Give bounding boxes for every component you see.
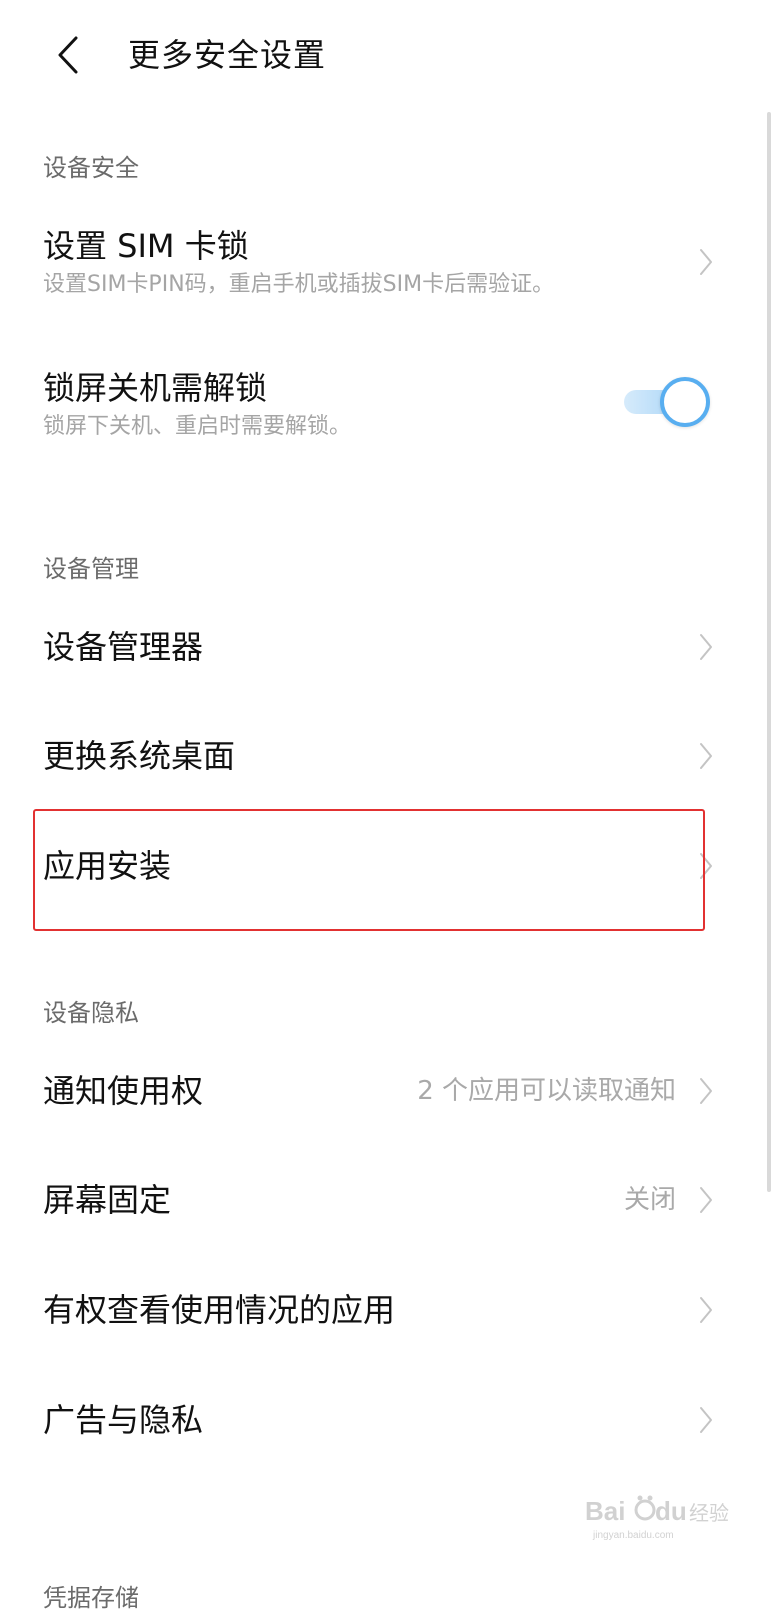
chevron-right-icon — [699, 1296, 713, 1324]
chevron-left-icon — [58, 36, 78, 74]
notification-access-title: 通知使用权 — [43, 1072, 204, 1110]
ads-privacy-row[interactable]: 广告与隐私 — [0, 1372, 760, 1468]
device-admin-title: 设备管理器 — [43, 628, 204, 666]
usage-access-row[interactable]: 有权查看使用情况的应用 — [0, 1262, 760, 1358]
lock-shutdown-row[interactable]: 锁屏关机需解锁 锁屏下关机、重启时需要解锁。 — [0, 356, 760, 466]
chevron-right-icon — [699, 852, 713, 880]
chevron-right-icon — [699, 1186, 713, 1214]
lock-shutdown-subtitle: 锁屏下关机、重启时需要解锁。 — [43, 414, 352, 439]
ads-privacy-title: 广告与隐私 — [43, 1401, 204, 1439]
app-install-title: 应用安装 — [43, 847, 172, 885]
screen-pinning-title: 屏幕固定 — [43, 1181, 172, 1219]
chevron-right-icon — [699, 1077, 713, 1105]
toggle-knob — [660, 377, 710, 427]
device-admin-row[interactable]: 设备管理器 — [0, 600, 760, 696]
chevron-right-icon — [699, 248, 713, 276]
chevron-right-icon — [699, 633, 713, 661]
notification-access-row[interactable]: 通知使用权 2 个应用可以读取通知 — [0, 1044, 760, 1140]
change-launcher-title: 更换系统桌面 — [43, 737, 236, 775]
chevron-right-icon — [699, 1406, 713, 1434]
app-install-row[interactable]: 应用安装 — [0, 818, 760, 918]
screen-pinning-value: 关闭 — [623, 1185, 676, 1215]
page-title: 更多安全设置 — [128, 36, 327, 74]
sim-lock-subtitle: 设置SIM卡PIN码，重启手机或插拔SIM卡后需验证。 — [43, 272, 555, 297]
top-bar: 更多安全设置 — [0, 0, 774, 110]
section-header-device-privacy: 设备隐私 — [43, 999, 139, 1027]
usage-access-title: 有权查看使用情况的应用 — [43, 1291, 396, 1329]
scrollbar[interactable] — [767, 112, 771, 1192]
svg-text:经验: 经验 — [689, 1501, 729, 1525]
baidu-watermark-logo: Bai du 经验 jingyan.baidu.com — [585, 1490, 735, 1542]
sim-lock-title: 设置 SIM 卡锁 — [43, 227, 249, 265]
section-header-device-management: 设备管理 — [43, 555, 139, 583]
section-header-credential-storage: 凭据存储 — [43, 1584, 139, 1612]
lock-shutdown-title: 锁屏关机需解锁 — [43, 369, 268, 407]
svg-text:du: du — [655, 1496, 687, 1526]
lock-shutdown-toggle[interactable] — [624, 376, 710, 428]
chevron-right-icon — [699, 742, 713, 770]
change-launcher-row[interactable]: 更换系统桌面 — [0, 708, 760, 804]
back-button[interactable] — [48, 30, 92, 80]
sim-lock-row[interactable]: 设置 SIM 卡锁 设置SIM卡PIN码，重启手机或插拔SIM卡后需验证。 — [0, 212, 760, 322]
svg-text:jingyan.baidu.com: jingyan.baidu.com — [592, 1530, 674, 1541]
svg-text:Bai: Bai — [585, 1496, 625, 1526]
notification-access-value: 2 个应用可以读取通知 — [417, 1076, 676, 1106]
section-header-device-security: 设备安全 — [43, 154, 139, 182]
screen-pinning-row[interactable]: 屏幕固定 关闭 — [0, 1152, 760, 1248]
